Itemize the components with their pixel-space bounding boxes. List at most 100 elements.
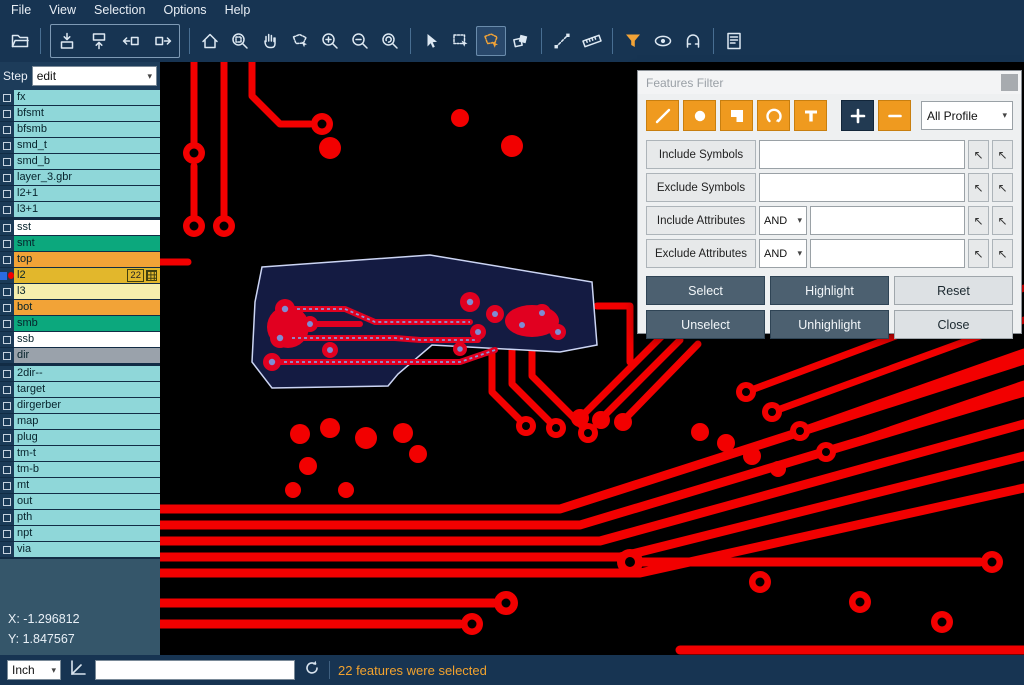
- layer-checkbox[interactable]: [3, 142, 11, 150]
- layer-row-npt[interactable]: npt: [0, 526, 160, 541]
- log-panel-icon[interactable]: [719, 26, 749, 56]
- eye-visibility-icon[interactable]: [648, 26, 678, 56]
- layer-checkbox[interactable]: [3, 224, 11, 232]
- exclude-symbols-label[interactable]: Exclude Symbols: [646, 173, 756, 202]
- layer-row-bfsmb[interactable]: bfsmb: [0, 122, 160, 137]
- layer-row-l2plus1[interactable]: l2+1: [0, 186, 160, 201]
- layer-checkbox[interactable]: [3, 466, 11, 474]
- menu-view[interactable]: View: [40, 0, 85, 20]
- layer-row-layer_3[interactable]: layer_3.gbr: [0, 170, 160, 185]
- measure-line-icon[interactable]: [547, 26, 577, 56]
- step-left-icon[interactable]: [116, 26, 146, 56]
- layer-row-l2[interactable]: l222: [0, 268, 160, 283]
- layer-row-out[interactable]: out: [0, 494, 160, 509]
- layer-row-l3plus1[interactable]: l3+1: [0, 202, 160, 217]
- layer-name[interactable]: top: [14, 252, 160, 267]
- layer-checkbox[interactable]: [3, 320, 11, 328]
- layer-name[interactable]: l2+1: [14, 186, 160, 201]
- layer-row-smt[interactable]: smt: [0, 236, 160, 251]
- layer-row-plug[interactable]: plug: [0, 430, 160, 445]
- layer-name[interactable]: smd_t: [14, 138, 160, 153]
- layer-name[interactable]: tm-b: [14, 462, 160, 477]
- layer-checkbox[interactable]: [3, 386, 11, 394]
- pick-symbols-multi-icon[interactable]: ↖: [992, 173, 1013, 202]
- reset-button[interactable]: Reset: [894, 276, 1013, 305]
- filter-add-button[interactable]: [841, 100, 874, 131]
- zoom-previous-icon[interactable]: [375, 26, 405, 56]
- layer-checkbox[interactable]: [3, 434, 11, 442]
- exclude-attributes-label[interactable]: Exclude Attributes: [646, 239, 756, 268]
- select-button[interactable]: Select: [646, 276, 765, 305]
- layer-row-l3[interactable]: l3: [0, 284, 160, 299]
- menu-file[interactable]: File: [2, 0, 40, 20]
- exclude-attributes-input[interactable]: [810, 239, 965, 268]
- layer-checkbox[interactable]: [3, 546, 11, 554]
- layer-name[interactable]: ssb: [14, 332, 160, 347]
- menu-options[interactable]: Options: [154, 0, 215, 20]
- unit-select[interactable]: Inch▾: [7, 660, 61, 680]
- pick-symbols-multi-icon[interactable]: ↖: [992, 140, 1013, 169]
- layer-row-mt[interactable]: mt: [0, 478, 160, 493]
- layer-name[interactable]: target: [14, 382, 160, 397]
- include-symbols-input[interactable]: [759, 140, 965, 169]
- layer-row-dir[interactable]: dir: [0, 348, 160, 363]
- layer-checkbox[interactable]: [3, 110, 11, 118]
- include-attributes-input[interactable]: [810, 206, 965, 235]
- layer-name[interactable]: smb: [14, 316, 160, 331]
- pan-hand-icon[interactable]: [255, 26, 285, 56]
- layer-name[interactable]: fx: [14, 90, 160, 105]
- lasso-select-icon[interactable]: [285, 26, 315, 56]
- layer-row-pth[interactable]: pth: [0, 510, 160, 525]
- command-input[interactable]: [95, 660, 295, 680]
- dialog-titlebar[interactable]: Features Filter: [638, 71, 1021, 94]
- layer-row-fx[interactable]: fx: [0, 90, 160, 105]
- layer-name[interactable]: mt: [14, 478, 160, 493]
- layer-row-dirgerber[interactable]: dirgerber: [0, 398, 160, 413]
- exclude-attributes-operator-select[interactable]: AND▾: [759, 239, 807, 268]
- polygon-select-icon[interactable]: [476, 26, 506, 56]
- layer-checkbox[interactable]: [3, 94, 11, 102]
- snap-magnet-icon[interactable]: [678, 26, 708, 56]
- layer-name[interactable]: layer_3.gbr: [14, 170, 160, 185]
- import-down-icon[interactable]: [52, 26, 82, 56]
- filter-text-button[interactable]: [794, 100, 827, 131]
- step-select[interactable]: edit▾: [32, 66, 157, 86]
- layer-checkbox[interactable]: [3, 206, 11, 214]
- layer-row-top[interactable]: top: [0, 252, 160, 267]
- layer-name[interactable]: dir: [14, 348, 160, 363]
- layer-name[interactable]: plug: [14, 430, 160, 445]
- layer-name[interactable]: smt: [14, 236, 160, 251]
- layer-row-smd_t[interactable]: smd_t: [0, 138, 160, 153]
- zoom-out-icon[interactable]: [345, 26, 375, 56]
- color-swatch-icon[interactable]: [506, 26, 536, 56]
- layer-checkbox[interactable]: [3, 352, 11, 360]
- layer-name[interactable]: bfsmt: [14, 106, 160, 121]
- layer-name[interactable]: via: [14, 542, 160, 557]
- pick-attributes-icon[interactable]: ↖: [968, 239, 989, 268]
- ruler-icon[interactable]: [577, 26, 607, 56]
- filter-line-button[interactable]: [646, 100, 679, 131]
- layer-checkbox[interactable]: [3, 418, 11, 426]
- zoom-in-icon[interactable]: [315, 26, 345, 56]
- filter-funnel-icon[interactable]: [618, 26, 648, 56]
- layer-name[interactable]: dirgerber: [14, 398, 160, 413]
- layer-checkbox[interactable]: [3, 450, 11, 458]
- exclude-symbols-input[interactable]: [759, 173, 965, 202]
- open-folder-icon[interactable]: [5, 26, 35, 56]
- layer-checkbox[interactable]: [3, 240, 11, 248]
- layer-checkbox[interactable]: [3, 126, 11, 134]
- highlight-button[interactable]: Highlight: [770, 276, 889, 305]
- layer-checkbox[interactable]: [3, 336, 11, 344]
- layer-name[interactable]: map: [14, 414, 160, 429]
- layer-checkbox[interactable]: [3, 190, 11, 198]
- layer-name[interactable]: smd_b: [14, 154, 160, 169]
- layer-name[interactable]: 2dir--: [14, 366, 160, 381]
- filter-remove-button[interactable]: [878, 100, 911, 131]
- layer-row-smd_b[interactable]: smd_b: [0, 154, 160, 169]
- profile-select[interactable]: All Profile▾: [921, 101, 1013, 130]
- layer-checkbox[interactable]: [3, 402, 11, 410]
- layer-checkbox[interactable]: [3, 256, 11, 264]
- close-button[interactable]: Close: [894, 310, 1013, 339]
- include-symbols-label[interactable]: Include Symbols: [646, 140, 756, 169]
- angle-measure-icon[interactable]: [69, 659, 87, 682]
